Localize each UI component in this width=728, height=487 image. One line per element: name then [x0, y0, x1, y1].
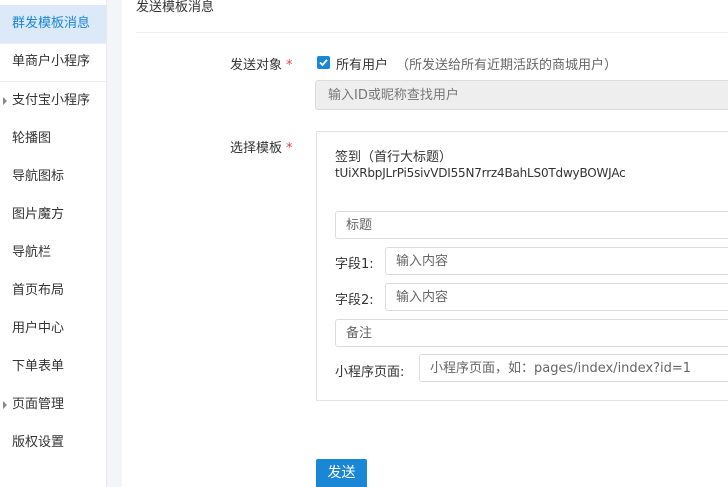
title-divider: [136, 32, 728, 33]
sidebar-item-label: 图片魔方: [12, 207, 65, 222]
template-card: 签到（首行大标题） tUiXRbpJLrPi5sivVDI55N7rrz4Bah…: [316, 131, 728, 401]
field1-input[interactable]: [385, 247, 728, 275]
content-gutter: [107, 0, 122, 487]
required-icon: *: [286, 58, 293, 73]
sidebar: 群发模板消息 单商户小程序 支付宝小程序 轮播图 导航图标 图片魔方 导航栏 首…: [0, 0, 107, 487]
sidebar-item-alipay-miniprogram[interactable]: 支付宝小程序: [0, 82, 106, 120]
page-path-label: 小程序页面:: [335, 365, 405, 380]
sidebar-item-label: 支付宝小程序: [12, 93, 91, 108]
caret-right-icon: [3, 401, 7, 409]
template-id: tUiXRbpJLrPi5sivVDI55N7rrz4BahLS0TdwyBOW…: [335, 166, 626, 180]
required-icon: *: [286, 141, 293, 156]
title-field[interactable]: [335, 211, 728, 239]
sidebar-item-page-management[interactable]: 页面管理: [0, 386, 106, 424]
sidebar-item-label: 版权设置: [12, 435, 65, 450]
field2-label: 字段2:: [335, 293, 374, 308]
all-users-checkbox[interactable]: [317, 56, 330, 69]
sidebar-item-label: 单商户小程序: [12, 54, 91, 69]
field2-input[interactable]: [385, 283, 728, 311]
page-title: 发送模板消息: [136, 0, 215, 15]
template-label-text: 选择模板: [230, 141, 283, 156]
target-label: 发送对象 *: [230, 54, 293, 73]
caret-right-icon: [3, 97, 7, 105]
sidebar-item-label: 首页布局: [12, 283, 65, 298]
sidebar-item-label: 导航栏: [12, 245, 52, 260]
sidebar-item-label: 群发模板消息: [12, 16, 91, 31]
page-path-input[interactable]: [419, 354, 728, 382]
send-button[interactable]: 发送: [316, 459, 367, 487]
sidebar-item-carousel[interactable]: 轮播图: [0, 120, 106, 158]
sidebar-item-navbar[interactable]: 导航栏: [0, 234, 106, 272]
all-users-option: 所有用户 （所发送给所有近期活跃的商城用户）: [336, 54, 617, 73]
all-users-label: 所有用户: [336, 58, 389, 73]
sidebar-item-nav-icons[interactable]: 导航图标: [0, 158, 106, 196]
sidebar-item-label: 导航图标: [12, 169, 65, 184]
sidebar-item-mass-template-message[interactable]: 群发模板消息: [0, 5, 106, 43]
template-label: 选择模板 *: [230, 137, 293, 156]
sidebar-item-label: 用户中心: [12, 321, 65, 336]
template-name: 签到（首行大标题）: [335, 150, 453, 165]
remark-field[interactable]: [335, 319, 728, 347]
sidebar-item-image-cube[interactable]: 图片魔方: [0, 196, 106, 234]
sidebar-item-label: 页面管理: [12, 397, 65, 412]
sidebar-item-user-center[interactable]: 用户中心: [0, 310, 106, 348]
checkmark-icon: [319, 59, 328, 67]
main-panel: 发送模板消息 发送对象* 所有用户（所发送给所有近期活跃的商城用户） 选择模板*…: [122, 0, 728, 487]
target-label-text: 发送对象: [230, 58, 283, 73]
user-search-input[interactable]: [315, 80, 728, 110]
sidebar-item-home-layout[interactable]: 首页布局: [0, 272, 106, 310]
sidebar-item-label: 下单表单: [12, 359, 65, 374]
field1-label: 字段1:: [335, 257, 374, 272]
sidebar-item-copyright-settings[interactable]: 版权设置: [0, 424, 106, 462]
sidebar-item-order-form[interactable]: 下单表单: [0, 348, 106, 386]
all-users-note: （所发送给所有近期活跃的商城用户）: [396, 58, 618, 73]
sidebar-item-label: 轮播图: [12, 131, 52, 146]
sidebar-item-single-merchant-miniprogram[interactable]: 单商户小程序: [0, 43, 106, 81]
